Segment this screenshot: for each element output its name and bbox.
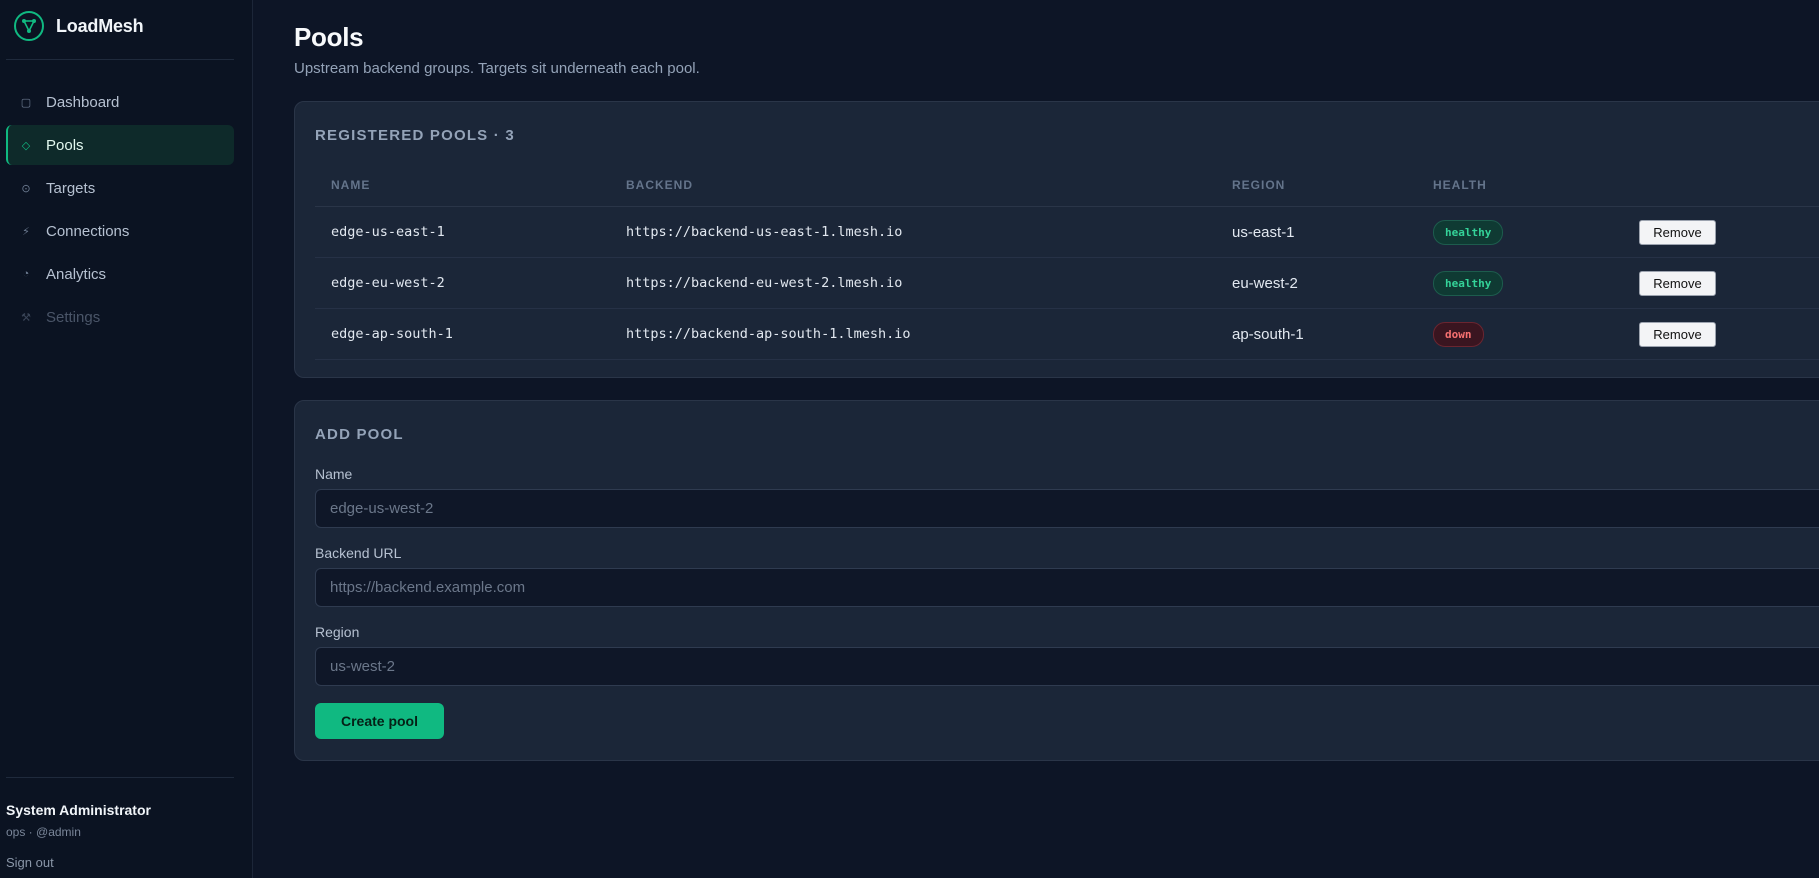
user-subtitle: ops · @admin [6,825,81,839]
remove-button[interactable]: Remove [1639,219,1716,245]
sidebar-item-label: Dashboard [46,93,120,111]
sign-out-link[interactable]: Sign out [6,855,54,870]
registered-pools-card: REGISTERED POOLS · 3 NAME BACKEND REGION… [294,101,1819,378]
backend-url-label: Backend URL [315,545,402,561]
pool-backend: https://backend-eu-west-2.lmesh.io [626,275,903,291]
remove-button[interactable]: Remove [1639,270,1716,296]
sidebar-item-dashboard[interactable]: ▢ Dashboard [6,82,234,122]
brand[interactable]: LoadMesh [14,10,144,42]
main-content: Pools Upstream backend groups. Targets s… [294,0,1819,878]
page-subtitle: Upstream backend groups. Targets sit und… [294,60,700,77]
pool-name: edge-eu-west-2 [331,275,445,291]
sidebar-divider [6,59,234,60]
pool-region: eu-west-2 [1232,274,1298,292]
pool-name: edge-ap-south-1 [331,326,453,342]
sidebar-item-pools[interactable]: ◇ Pools [6,125,234,165]
health-badge: down [1433,321,1484,347]
name-input[interactable] [315,489,1819,528]
sidebar-item-label: Connections [46,222,130,240]
sidebar-item-settings[interactable]: ⚒ Settings [6,297,234,337]
app-name: LoadMesh [56,15,144,36]
table-header: NAME BACKEND REGION HEALTH [315,178,1819,207]
column-header-health: HEALTH [1433,178,1487,192]
table-row: edge-us-east-1 https://backend-us-east-1… [315,207,1819,258]
page-title: Pools [294,22,364,52]
wrench-icon: ⚒ [21,311,31,324]
pool-region: us-east-1 [1232,223,1295,241]
sidebar-item-label: Pools [46,136,84,154]
create-pool-button[interactable]: Create pool [315,703,444,739]
loadmesh-logo-icon [14,11,44,41]
region-input[interactable] [315,647,1819,686]
remove-button[interactable]: Remove [1639,321,1716,347]
column-header-region: REGION [1232,178,1286,192]
card-title: ADD POOL [315,426,404,443]
column-header-backend: BACKEND [626,178,693,192]
plug-icon: ⚡ [22,225,30,238]
column-header-name: NAME [331,178,371,192]
sidebar-item-label: Settings [46,308,101,326]
diamond-icon: ◇ [21,139,31,152]
square-icon: ▢ [20,96,32,109]
pool-name: edge-us-east-1 [331,224,445,240]
health-badge: healthy [1433,270,1504,296]
name-label: Name [315,466,353,482]
table-row: edge-eu-west-2 https://backend-eu-west-2… [315,258,1819,309]
sidebar: LoadMesh ▢ Dashboard ◇ Pools ⊙ Targets ⚡… [0,0,253,878]
user-name: System Administrator [6,802,151,818]
pool-region: ap-south-1 [1232,325,1304,343]
region-label: Region [315,624,360,640]
pool-backend: https://backend-us-east-1.lmesh.io [626,224,903,240]
sidebar-item-label: Analytics [46,265,107,283]
sidebar-nav: ▢ Dashboard ◇ Pools ⊙ Targets ⚡ Connecti… [6,82,234,340]
add-pool-card: ADD POOL Name Backend URL Region Create … [294,400,1819,761]
backend-url-input[interactable] [315,568,1819,607]
card-title: REGISTERED POOLS · 3 [315,127,515,144]
sidebar-footer-divider [6,777,234,778]
pool-backend: https://backend-ap-south-1.lmesh.io [626,326,911,342]
sidebar-item-analytics[interactable]: ◔ Analytics [6,254,234,294]
sidebar-item-label: Targets [46,179,96,197]
table-row: edge-ap-south-1 https://backend-ap-south… [315,309,1819,360]
chart-icon: ◔ [22,268,30,280]
target-icon: ⊙ [21,182,31,195]
sidebar-item-targets[interactable]: ⊙ Targets [6,168,234,208]
health-badge: healthy [1433,219,1504,245]
sidebar-item-connections[interactable]: ⚡ Connections [6,211,234,251]
